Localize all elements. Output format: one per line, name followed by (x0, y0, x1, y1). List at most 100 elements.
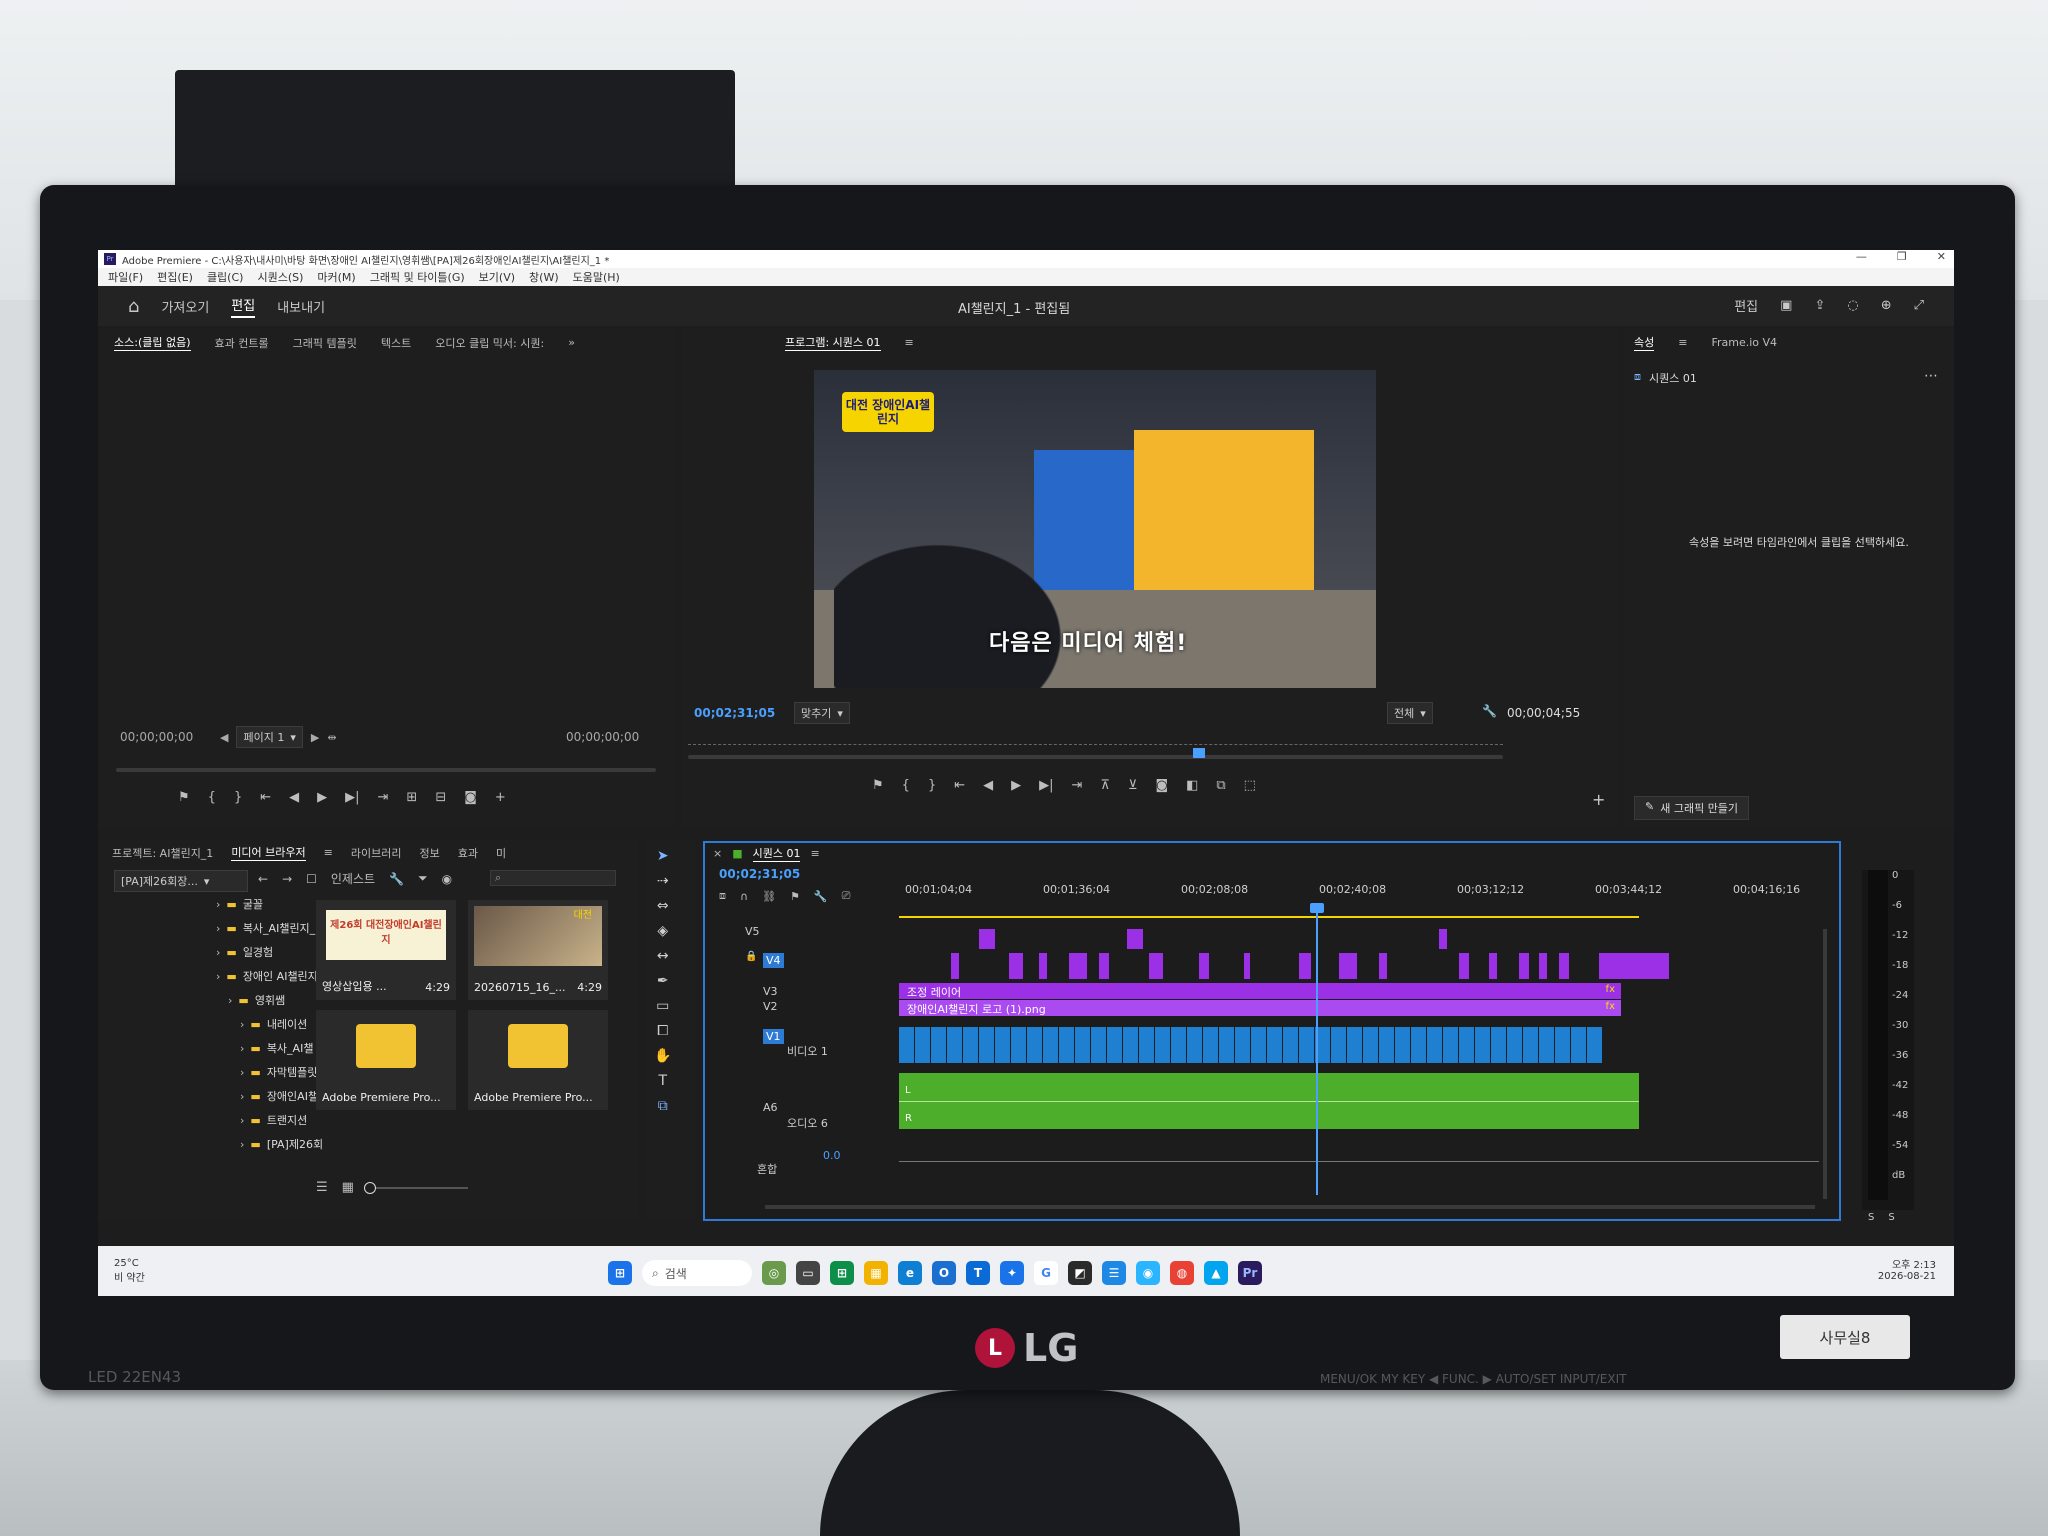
timeline-playhead[interactable] (1316, 905, 1318, 1195)
camera-icon[interactable]: ◙ (464, 790, 477, 805)
video-clip[interactable] (1009, 953, 1023, 979)
video-clip[interactable] (1043, 1027, 1058, 1063)
google-icon[interactable]: G (1034, 1261, 1058, 1285)
tab-effects[interactable]: 효과 (458, 845, 478, 861)
fit-icon[interactable]: ⇹ (327, 731, 336, 744)
go-to-out-icon[interactable]: ⇥ (378, 790, 389, 805)
video-clip[interactable] (1299, 953, 1311, 979)
video-clip[interactable] (1219, 1027, 1234, 1063)
new-graphic-button[interactable]: ✎ 새 그래픽 만들기 (1634, 796, 1750, 820)
add-button-icon[interactable]: + (495, 790, 506, 805)
video-clip[interactable] (1199, 953, 1209, 979)
chevron-right-icon[interactable]: › (216, 970, 220, 983)
video-clip[interactable] (1059, 1027, 1074, 1063)
minimize-button[interactable]: — (1856, 250, 1867, 263)
video-clip[interactable] (915, 1027, 930, 1063)
video-clip[interactable] (1519, 953, 1529, 979)
video-clip[interactable] (1091, 1027, 1106, 1063)
program-video-frame[interactable]: 대전 장애인AI챌린지 다음은 미디어 체험! (814, 370, 1376, 688)
back-icon[interactable]: ← (258, 872, 268, 886)
video-clip[interactable] (1347, 1027, 1362, 1063)
track-select-icon[interactable]: ⇢ (657, 873, 669, 889)
media-thumbnail[interactable]: 제26회 대전장애인AI챌린지 영상삽입용 ... 4:29 (316, 900, 456, 1000)
program-timecode[interactable]: 00;02;31;05 (694, 706, 775, 720)
selection-tool-icon[interactable]: ➤ (657, 848, 669, 864)
filter-icon[interactable]: ⏷ (418, 871, 428, 886)
clip-adjustment-layer[interactable]: 조정 레이어 fx (899, 983, 1621, 999)
video-clip[interactable] (1099, 953, 1109, 979)
video-clip[interactable] (1363, 1027, 1378, 1063)
mark-out-icon[interactable]: } (928, 778, 936, 793)
video-clip[interactable] (1331, 1027, 1346, 1063)
play-icon[interactable]: ▶ (317, 790, 327, 805)
program-menu-icon[interactable]: ≡ (905, 336, 914, 349)
notes-icon[interactable]: ☰ (1102, 1261, 1126, 1285)
home-icon[interactable]: ⌂ (128, 296, 139, 317)
track-v1-label[interactable]: V1 (763, 1029, 784, 1044)
video-clip[interactable] (1155, 1027, 1170, 1063)
chevron-right-icon[interactable]: › (216, 898, 220, 911)
step-forward-icon[interactable]: ▶| (1039, 778, 1053, 793)
video-clip[interactable] (1075, 1027, 1090, 1063)
hand-tool-icon[interactable]: ✋ (654, 1048, 671, 1064)
page-select[interactable]: 페이지 1 ▾ (236, 726, 303, 748)
vr-icon[interactable]: ⬚ (1244, 778, 1256, 793)
go-to-in-icon[interactable]: ⇤ (260, 790, 271, 805)
fullscreen-icon[interactable]: ⤢ (1914, 298, 1924, 313)
tab-program[interactable]: 프로그램: 시퀀스 01 (785, 334, 881, 351)
ripple-edit-icon[interactable]: ⇔ (657, 898, 669, 914)
video-clip[interactable] (963, 1027, 978, 1063)
nav-edit[interactable]: 편집 (231, 295, 256, 318)
tab-project[interactable]: 프로젝트: AI챌린지_1 (112, 845, 213, 861)
video-clip[interactable] (931, 1027, 946, 1063)
chevron-right-icon[interactable]: › (240, 1090, 244, 1103)
video-clip[interactable] (947, 1027, 962, 1063)
app-icon[interactable]: ◩ (1068, 1261, 1092, 1285)
copilot-icon[interactable]: ✦ (1000, 1261, 1024, 1285)
timeline-horizontal-scrollbar[interactable] (765, 1205, 1815, 1209)
video-clip[interactable] (1629, 953, 1669, 979)
forward-icon[interactable]: → (282, 872, 292, 886)
media-search-input[interactable]: ⌕ (490, 870, 616, 886)
video-clip[interactable] (1539, 1027, 1554, 1063)
video-clip[interactable] (1491, 1027, 1506, 1063)
video-clip[interactable] (1149, 953, 1163, 979)
video-clip[interactable] (1555, 1027, 1570, 1063)
more-options-icon[interactable]: ⋯ (1924, 368, 1938, 384)
lift-icon[interactable]: ⊼ (1100, 778, 1110, 793)
nav-import[interactable]: 가져오기 (161, 297, 209, 316)
video-clip[interactable] (1235, 1027, 1250, 1063)
chevron-right-icon[interactable]: › (216, 922, 220, 935)
video-clip[interactable] (1011, 1027, 1026, 1063)
nav-export[interactable]: 내보내기 (277, 297, 325, 316)
pen-tool-icon[interactable]: ✒ (657, 973, 669, 989)
chevron-right-icon[interactable]: › (228, 994, 232, 1007)
media-thumbnail[interactable]: 대전 20260715_16_... 4:29 (468, 900, 608, 1000)
type-tool-icon[interactable]: T (658, 1073, 667, 1089)
video-clip[interactable] (1123, 1027, 1138, 1063)
video-clip[interactable] (1379, 953, 1387, 979)
share-icon[interactable]: ⇪ (1814, 298, 1825, 313)
video-clip[interactable] (1299, 1027, 1314, 1063)
panel-layout-icon[interactable]: ▣ (1780, 298, 1792, 313)
video-clip[interactable] (979, 1027, 994, 1063)
video-clip[interactable] (1069, 953, 1087, 979)
tab-info[interactable]: 정보 (419, 845, 439, 861)
work-area-bar[interactable] (899, 916, 1639, 918)
chevron-right-icon[interactable]: › (240, 1138, 244, 1151)
windows-start-icon[interactable]: ⊞ (608, 1261, 632, 1285)
timeline-vertical-scrollbar[interactable] (1823, 929, 1827, 1199)
folder-item[interactable]: › ▬ 일경험 (216, 944, 273, 960)
task-view-icon[interactable]: ▭ (796, 1261, 820, 1285)
video-clip[interactable] (951, 953, 959, 979)
video-clip[interactable] (1267, 1027, 1282, 1063)
video-clip[interactable] (1395, 1027, 1410, 1063)
insert-icon[interactable]: ⊞ (406, 790, 417, 805)
list-view-icon[interactable]: ☰ (316, 1180, 328, 1195)
comparison-icon[interactable]: ◧ (1186, 778, 1198, 793)
folder-item[interactable]: › ▬ 자막템플릿 (240, 1064, 317, 1080)
folder-item[interactable]: › ▬ 트랜지션 (240, 1112, 307, 1128)
icon-view-icon[interactable]: ▦ (342, 1180, 354, 1195)
track-v4-label[interactable]: V4 (763, 953, 784, 968)
razor-icon[interactable]: ◈ (657, 923, 668, 939)
